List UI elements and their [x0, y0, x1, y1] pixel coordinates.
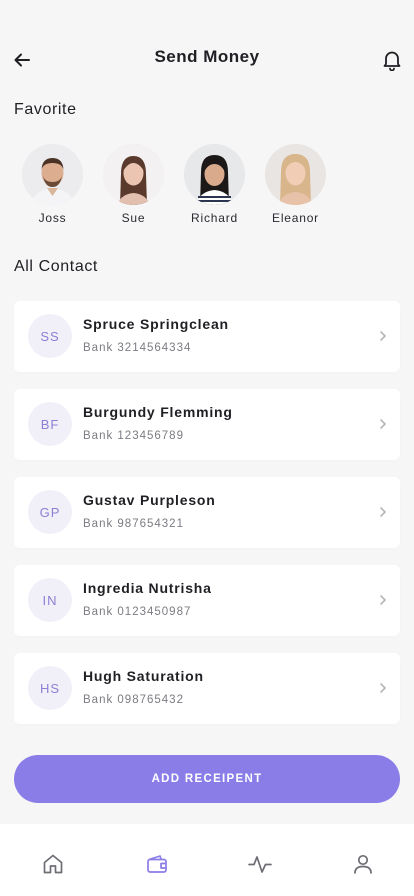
favorite-sue[interactable]: Sue [103, 144, 164, 225]
contact-bank: Bank 098765432 [83, 694, 184, 706]
chevron-right-icon [380, 419, 386, 429]
header: Send Money [0, 0, 414, 100]
avatar [22, 144, 83, 205]
activity-icon [248, 856, 272, 873]
contact-initials: GP [28, 490, 72, 534]
contact-bank: Bank 0123450987 [83, 606, 192, 618]
chevron-right-icon [380, 507, 386, 517]
contact-name: Burgundy Flemming [83, 404, 233, 420]
contact-name: Hugh Saturation [83, 668, 204, 684]
contact-bank: Bank 123456789 [83, 430, 184, 442]
favorites-heading: Favorite [14, 101, 77, 118]
contact-item[interactable]: GP Gustav Purpleson Bank 987654321 [14, 477, 400, 548]
contact-name: Gustav Purpleson [83, 492, 216, 508]
favorite-name: Joss [38, 211, 67, 225]
contact-initials: SS [28, 314, 72, 358]
contact-item[interactable]: HS Hugh Saturation Bank 098765432 [14, 653, 400, 724]
add-recipient-button[interactable]: ADD RECEIPENT [14, 755, 400, 803]
favorite-eleanor[interactable]: Eleanor [265, 144, 326, 225]
tab-profile[interactable] [350, 851, 376, 877]
avatar [184, 144, 245, 205]
contact-initials: BF [28, 402, 72, 446]
favorite-name: Eleanor [272, 211, 319, 225]
favorite-joss[interactable]: Joss [22, 144, 83, 225]
avatar [265, 144, 326, 205]
contact-item[interactable]: IN Ingredia Nutrisha Bank 0123450987 [14, 565, 400, 636]
tab-wallet[interactable] [144, 851, 170, 877]
contact-name: Ingredia Nutrisha [83, 580, 212, 596]
tab-home[interactable] [40, 851, 66, 877]
contact-name: Spruce Springclean [83, 316, 229, 332]
bottom-tab-bar [0, 824, 414, 896]
contact-bank: Bank 987654321 [83, 518, 184, 530]
profile-icon [354, 854, 372, 874]
wallet-icon [147, 855, 167, 873]
chevron-right-icon [380, 683, 386, 693]
contacts-heading: All Contact [14, 258, 98, 275]
contact-initials: IN [28, 578, 72, 622]
chevron-right-icon [380, 595, 386, 605]
tab-activity[interactable] [247, 851, 273, 877]
home-icon [43, 854, 63, 874]
favorite-richard[interactable]: Richard [184, 144, 245, 225]
favorites-list: Joss Sue Richard Eleanor [22, 144, 326, 225]
contact-item[interactable]: BF Burgundy Flemming Bank 123456789 [14, 389, 400, 460]
contact-list: SS Spruce Springclean Bank 3214564334 BF… [14, 301, 400, 741]
bell-icon [383, 51, 401, 71]
favorite-name: Sue [121, 211, 146, 225]
notification-button[interactable] [380, 48, 404, 72]
avatar [103, 144, 164, 205]
chevron-right-icon [380, 331, 386, 341]
contact-bank: Bank 3214564334 [83, 342, 192, 354]
page-title: Send Money [154, 47, 260, 66]
favorite-name: Richard [191, 211, 238, 225]
contact-item[interactable]: SS Spruce Springclean Bank 3214564334 [14, 301, 400, 372]
contact-initials: HS [28, 666, 72, 710]
